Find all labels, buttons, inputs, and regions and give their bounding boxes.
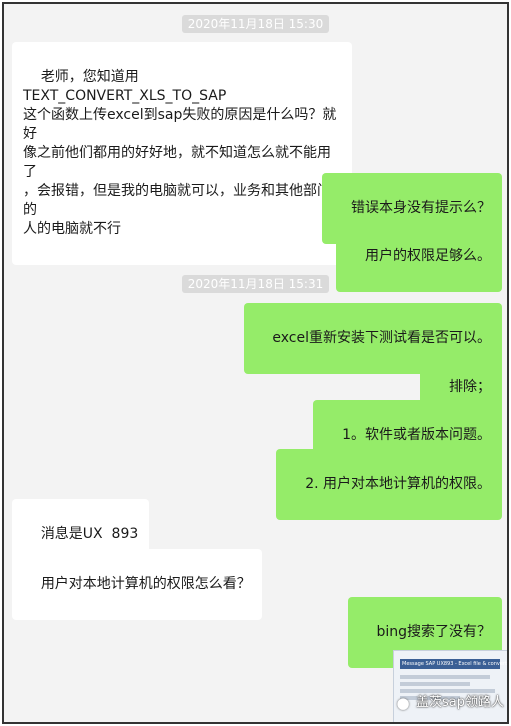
message-bubble-received[interactable]: 老师，您知道用TEXT_CONVERT_XLS_TO_SAP 这个函数上传exc… <box>12 42 352 265</box>
chat-bubble-icon: ● <box>396 694 410 712</box>
message-text: 2. 用户对本地计算机的权限。 <box>305 476 491 492</box>
watermark-text: 盖茨sap领路人 <box>416 695 504 710</box>
timestamp: 2020年11月18日 15:30 <box>4 13 507 33</box>
message-bubble-received[interactable]: 用户对本地计算机的权限怎么看？ <box>12 549 262 620</box>
message-text: 老师，您知道用TEXT_CONVERT_XLS_TO_SAP 这个函数上传exc… <box>23 69 337 237</box>
thumbnail-line <box>400 682 470 686</box>
message-text: excel重新安装下测试看是否可以。 <box>272 330 491 346</box>
message-text: 用户的权限足够么。 <box>365 248 491 264</box>
message-text: 消息是UX 893 <box>40 526 139 542</box>
message-text: 用户对本地计算机的权限怎么看？ <box>40 576 251 592</box>
chat-window: 2020年11月18日 15:30 老师，您知道用TEXT_CONVERT_XL… <box>2 2 509 724</box>
message-text: bing搜索了没有？ <box>376 624 491 640</box>
message-text: 排除； <box>449 379 491 395</box>
timestamp: 2020年11月18日 15:31 <box>4 273 507 293</box>
thumbnail-title: Message SAP UX893 - Excel file & convert… <box>402 661 507 667</box>
message-text: 1。软件或者版本问题。 <box>342 427 491 443</box>
message-text: 错误本身没有提示么？ <box>351 200 491 216</box>
message-bubble-sent[interactable]: 2. 用户对本地计算机的权限。 <box>276 449 502 520</box>
thumbnail-line <box>400 675 490 679</box>
